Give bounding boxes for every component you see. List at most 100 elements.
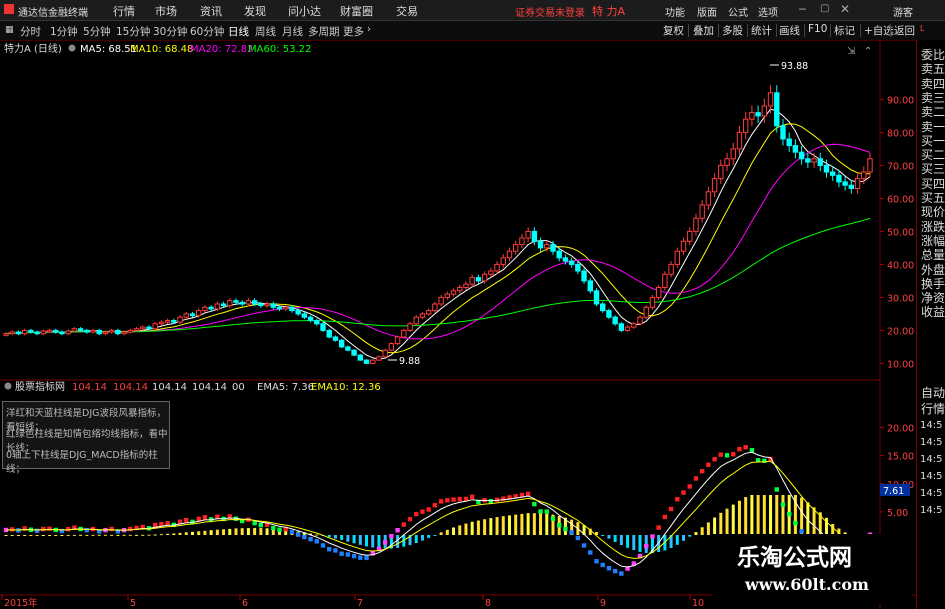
band-dot	[774, 487, 779, 492]
macd-bar	[315, 534, 319, 536]
menu-gongshi[interactable]: 公式	[728, 4, 748, 19]
candle	[425, 310, 432, 315]
candle	[662, 273, 668, 289]
btn-f10[interactable]: F10	[808, 23, 827, 35]
menu-zixun[interactable]: 资讯	[200, 3, 222, 19]
period-1min[interactable]: 1分钟	[50, 24, 78, 39]
macd-bar	[91, 534, 95, 536]
current-stock: 特 力A	[592, 5, 626, 18]
period-month[interactable]: 月线	[282, 24, 303, 39]
ind-tick-label: 5.00	[887, 508, 908, 519]
band-dot	[644, 544, 649, 549]
candle	[413, 316, 419, 325]
macd-bar	[365, 535, 369, 547]
indicator-settings-icon[interactable]	[4, 382, 12, 390]
macd-bar	[644, 535, 648, 553]
chevron-right-icon[interactable]: ›	[367, 24, 371, 35]
sidebar-label: 卖三	[921, 90, 945, 105]
menu-jiaoyi[interactable]: 交易	[396, 3, 418, 19]
date-axis: 2015年 5 6 7 8 9 10	[1, 595, 704, 609]
macd-bar	[781, 495, 785, 535]
login-status[interactable]: 证券交易未登录	[515, 4, 585, 19]
btn-fanhui[interactable]: 返回	[894, 23, 915, 38]
menu-shichang[interactable]: 市场	[155, 3, 177, 19]
period-week[interactable]: 周线	[255, 24, 276, 39]
macd-bar	[775, 495, 779, 535]
band-dot	[469, 494, 475, 499]
band-dot	[588, 550, 593, 555]
candle	[736, 131, 743, 150]
sidebar-tab[interactable]: 自动	[921, 386, 945, 400]
macd-bar	[688, 535, 692, 537]
sidebar-label: 换手	[921, 276, 945, 291]
close-icon[interactable]: ✕	[840, 2, 850, 16]
macd-bar	[352, 535, 356, 544]
menu-wenxiaoda[interactable]: 问小达	[288, 3, 321, 19]
tick-time: 14:5	[920, 488, 943, 499]
candle	[680, 240, 687, 252]
settings-dot-icon[interactable]	[68, 44, 76, 52]
macd-bar	[66, 534, 70, 536]
btn-fuquan[interactable]: 复权	[663, 23, 684, 38]
tick-time: 14:5	[920, 420, 943, 431]
candle	[637, 316, 643, 325]
band-dot	[619, 571, 624, 576]
btn-duogu[interactable]: 多股	[722, 23, 743, 38]
band-dot	[737, 446, 742, 452]
menu-banmian[interactable]: 版面	[697, 4, 717, 19]
pin-icon[interactable]: ⇲	[847, 46, 856, 57]
macd-bar	[414, 535, 418, 543]
period-multi[interactable]: 多周期	[308, 24, 340, 39]
guest-label[interactable]: 游客	[893, 4, 913, 19]
sidebar-tab[interactable]: 行情	[921, 402, 945, 416]
macd-bar	[29, 535, 33, 536]
band-dot	[407, 516, 413, 522]
maximize-icon[interactable]: ▢	[820, 3, 829, 14]
date-tick-label: 10	[692, 598, 704, 609]
btn-biaoji[interactable]: 标记	[834, 23, 855, 38]
candle	[9, 331, 15, 335]
macd-bar	[719, 512, 723, 535]
band-dot	[575, 535, 581, 541]
sidebar-label: 买三	[921, 162, 945, 177]
period-60min[interactable]: 60分钟	[190, 24, 224, 39]
candle	[307, 316, 314, 322]
menu-faxian[interactable]: 发现	[244, 3, 266, 19]
menu-hangqing[interactable]: 行情	[113, 3, 135, 19]
candle	[761, 105, 768, 117]
period-30min[interactable]: 30分钟	[153, 24, 187, 39]
menu-caifuquan[interactable]: 财富圈	[340, 3, 373, 19]
period-15min[interactable]: 15分钟	[116, 24, 150, 39]
price-tick-label: 90.00	[887, 95, 914, 106]
period-more[interactable]: 更多	[343, 24, 364, 39]
band-dot	[799, 529, 804, 534]
candle	[649, 296, 656, 308]
candle	[568, 260, 575, 265]
candle	[345, 346, 351, 351]
candle	[848, 184, 855, 189]
minimize-icon[interactable]: ─	[799, 3, 806, 16]
candle	[53, 329, 59, 333]
legend-line-3: 0轴上下柱线是DJG_MACD指标的柱线；	[6, 450, 158, 475]
candle	[488, 270, 494, 275]
macd-bar	[626, 535, 630, 548]
period-5min[interactable]: 5分钟	[83, 24, 111, 39]
menu-xuanxiang[interactable]: 选项	[758, 4, 778, 19]
candle	[798, 151, 805, 160]
expand-icon[interactable]: ⌃	[864, 46, 872, 57]
candle	[749, 112, 755, 120]
band-dot	[414, 511, 419, 517]
menu-gongneng[interactable]: 功能	[665, 4, 685, 19]
kline-chart[interactable]: 特力A (日线) MA5: 68.51 MA10: 68.48 MA20: 72…	[0, 40, 916, 609]
btn-huaxian[interactable]: 画线	[779, 23, 800, 38]
period-fenshi[interactable]: 分时	[20, 24, 41, 39]
sidebar-label: 卖二	[921, 105, 945, 120]
btn-tongji[interactable]: 统计	[751, 23, 772, 38]
candle	[34, 331, 40, 335]
macd-bar	[731, 504, 735, 535]
candle	[388, 343, 395, 351]
macd-bar	[172, 533, 176, 535]
period-day[interactable]: 日线	[228, 24, 249, 39]
btn-diejia[interactable]: 叠加	[693, 23, 714, 38]
candle	[338, 339, 345, 348]
